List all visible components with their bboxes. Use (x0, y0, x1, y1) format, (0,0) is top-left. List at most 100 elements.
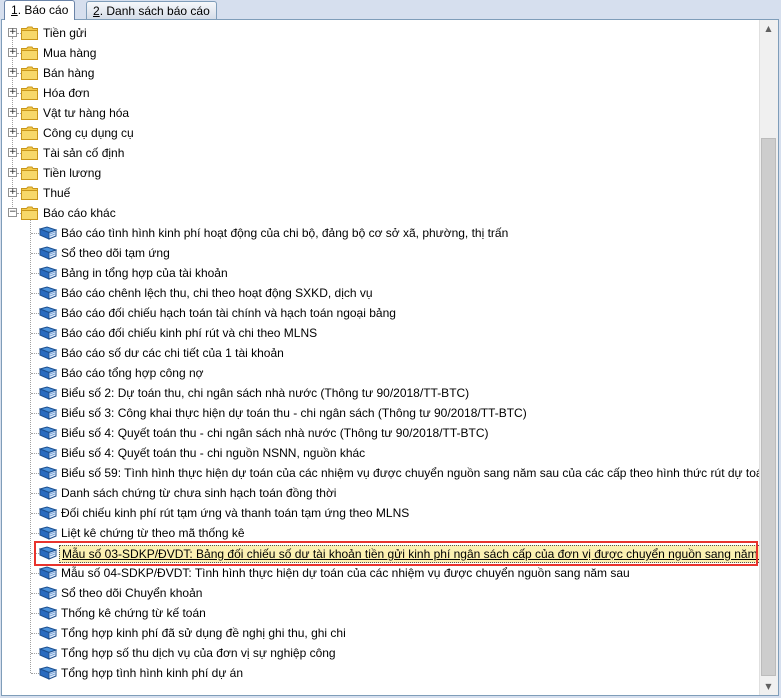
folder-label: Báo cáo khác (43, 206, 116, 220)
report-item[interactable]: Sổ theo dõi tạm ứng (2, 243, 757, 263)
tree-connector-line (31, 453, 39, 454)
expand-icon[interactable]: + (8, 88, 17, 97)
report-book-icon (38, 546, 58, 560)
report-item[interactable]: Báo cáo tổng hợp công nợ (2, 363, 757, 383)
tree-connector-line (31, 633, 39, 634)
tab-danh-sach-bao-cao[interactable]: 2. Danh sách báo cáo (86, 1, 217, 19)
folder-label: Vật tư hàng hóa (43, 106, 130, 120)
folder-label: Thuế (43, 186, 71, 200)
report-label: Tổng hợp tình hình kinh phí dự án (61, 666, 244, 680)
folder-row[interactable]: + Công cụ dụng cụ (2, 123, 742, 143)
folder-row[interactable]: − Báo cáo khác (2, 203, 742, 223)
tree-connector-line (31, 513, 39, 514)
folder-row[interactable]: + Thuế (2, 183, 742, 203)
folder-row[interactable]: + Tiền gửi (2, 23, 742, 43)
report-book-icon (38, 406, 58, 420)
folder-row[interactable]: + Bán hàng (2, 63, 742, 83)
report-item[interactable]: Biểu số 3: Công khai thực hiện dự toán t… (2, 403, 757, 423)
expand-icon[interactable]: + (8, 148, 17, 157)
report-book-icon (38, 566, 58, 580)
folder-icon (21, 146, 38, 160)
folder-icon (21, 86, 38, 100)
folder-icon (21, 186, 38, 200)
tab-label: . Danh sách báo cáo (99, 4, 210, 18)
folder-row[interactable]: + Tiền lương (2, 163, 742, 183)
expand-icon[interactable]: + (8, 128, 17, 137)
report-label: Biểu số 4: Quyết toán thu - chi nguồn NS… (61, 446, 366, 460)
report-label: Sổ theo dõi Chuyển khoản (61, 586, 203, 600)
folder-icon (21, 106, 38, 120)
vertical-scrollbar[interactable]: ▲ ▼ (759, 20, 778, 695)
report-item[interactable]: Tổng hợp kinh phí đã sử dụng đề nghị ghi… (2, 623, 757, 643)
folder-label: Hóa đơn (43, 86, 90, 100)
report-label: Đối chiếu kinh phí rút tạm ứng và thanh … (61, 506, 410, 520)
report-label: Tổng hợp số thu dịch vụ của đơn vị sự ng… (61, 646, 336, 660)
folder-icon (21, 166, 38, 180)
tab-number: 1 (11, 3, 18, 17)
report-label: Báo cáo đối chiếu hạch toán tài chính và… (61, 306, 396, 320)
folder-row[interactable]: + Mua hàng (2, 43, 742, 63)
folder-row[interactable]: + Tài sản cố định (2, 143, 742, 163)
report-item[interactable]: Biểu số 4: Quyết toán thu - chi nguồn NS… (2, 443, 757, 463)
collapse-icon[interactable]: − (8, 208, 17, 217)
tab-label: . Báo cáo (17, 3, 69, 17)
report-item[interactable]: Biểu số 4: Quyết toán thu - chi ngân sác… (2, 423, 757, 443)
report-book-icon (38, 306, 58, 320)
report-item[interactable]: Danh sách chứng từ chưa sinh hạch toán đ… (2, 483, 757, 503)
tree-connector-line (31, 653, 39, 654)
report-item[interactable]: Bảng in tổng hợp của tài khoản (2, 263, 757, 283)
scroll-down-icon[interactable]: ▼ (760, 678, 777, 695)
tree-connector-line (31, 293, 39, 294)
expand-icon[interactable]: + (8, 108, 17, 117)
report-item[interactable]: Báo cáo số dư các chi tiết của 1 tài kho… (2, 343, 757, 363)
tree-connector-line (31, 553, 39, 554)
tree-connector-line (31, 493, 39, 494)
report-book-icon (38, 506, 58, 520)
report-item[interactable]: Tổng hợp tình hình kinh phí dự án (2, 663, 757, 683)
tree-connector-line (31, 613, 39, 614)
report-item[interactable]: Sổ theo dõi Chuyển khoản (2, 583, 757, 603)
report-item[interactable]: Mẫu số 03-SDKP/ĐVDT: Bảng đối chiếu số d… (2, 543, 778, 563)
tree-connector-line (31, 373, 39, 374)
report-item[interactable]: Báo cáo tình hình kinh phí hoạt động của… (2, 223, 757, 243)
tree-connector-line (31, 673, 39, 674)
scroll-up-icon[interactable]: ▲ (760, 20, 777, 37)
tree-connector-line (31, 413, 39, 414)
folder-row[interactable]: + Vật tư hàng hóa (2, 103, 742, 123)
report-book-icon (38, 586, 58, 600)
report-item[interactable]: Biểu số 59: Tình hình thực hiện dự toán … (2, 463, 769, 483)
report-book-icon (38, 246, 58, 260)
tab-bao-cao[interactable]: 1. Báo cáo (4, 0, 76, 20)
folder-label: Tiền gửi (43, 26, 87, 40)
expand-icon[interactable]: + (8, 68, 17, 77)
report-label: Bảng in tổng hợp của tài khoản (61, 266, 228, 280)
tree-connector-line (31, 533, 39, 534)
report-item[interactable]: Báo cáo đối chiếu hạch toán tài chính và… (2, 303, 757, 323)
report-item[interactable]: Biểu số 2: Dự toán thu, chi ngân sách nh… (2, 383, 757, 403)
report-item[interactable]: Mẫu số 04-SDKP/ĐVDT: Tình hình thực hiện… (2, 563, 757, 583)
folder-row[interactable]: + Hóa đơn (2, 83, 742, 103)
report-item[interactable]: Báo cáo chênh lệch thu, chi theo hoạt độ… (2, 283, 757, 303)
report-item[interactable]: Báo cáo đối chiếu kinh phí rút và chi th… (2, 323, 757, 343)
report-label: Báo cáo số dư các chi tiết của 1 tài kho… (61, 346, 284, 360)
scroll-thumb[interactable] (761, 138, 776, 676)
expand-icon[interactable]: + (8, 188, 17, 197)
report-book-icon (38, 326, 58, 340)
report-book-icon (38, 386, 58, 400)
folder-icon (21, 46, 38, 60)
report-label: Biểu số 59: Tình hình thực hiện dự toán … (61, 466, 770, 480)
report-book-icon (38, 266, 58, 280)
tree-connector-line (31, 393, 39, 394)
report-item[interactable]: Đối chiếu kinh phí rút tạm ứng và thanh … (2, 503, 757, 523)
expand-icon[interactable]: + (8, 48, 17, 57)
report-book-icon (38, 466, 58, 480)
expand-icon[interactable]: + (8, 28, 17, 37)
report-item[interactable]: Liệt kê chứng từ theo mã thống kê (2, 523, 757, 543)
report-item[interactable]: Tổng hợp số thu dịch vụ của đơn vị sự ng… (2, 643, 757, 663)
tree-connector-line (31, 433, 39, 434)
tree-connector-line (31, 473, 39, 474)
tree-connector-line (31, 253, 39, 254)
expand-icon[interactable]: + (8, 168, 17, 177)
report-label: Thống kê chứng từ kế toán (61, 606, 206, 620)
report-item[interactable]: Thống kê chứng từ kế toán (2, 603, 757, 623)
